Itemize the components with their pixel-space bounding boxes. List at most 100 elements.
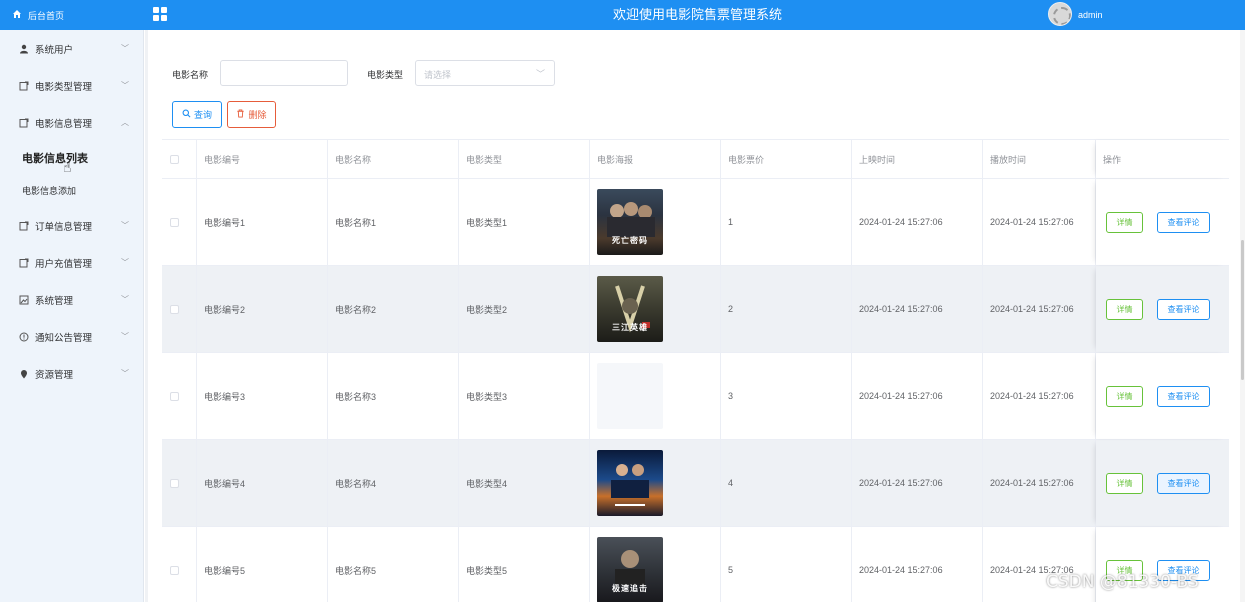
cell-play: 2024-01-24 15:27:06 xyxy=(983,179,1096,265)
cell-poster: 三江英雄 xyxy=(590,266,721,352)
row-checkbox[interactable] xyxy=(170,304,179,314)
query-button[interactable]: 查询 xyxy=(172,101,222,128)
cell-poster xyxy=(590,353,721,439)
cell-id: 电影编号5 xyxy=(197,527,328,602)
chevron-down-icon: ﹀ xyxy=(121,44,129,53)
cell-price: 2 xyxy=(721,266,852,352)
sidebar-item-notice[interactable]: 通知公告管理 ﹀ xyxy=(0,318,143,355)
cell-release: 2024-01-24 15:27:06 xyxy=(852,440,983,526)
row-select-cell xyxy=(162,353,197,439)
cell-name: 电影名称2 xyxy=(328,266,459,352)
cell-play: 2024-01-24 15:27:06 xyxy=(983,353,1096,439)
movie-name-input[interactable] xyxy=(220,60,348,86)
row-checkbox[interactable] xyxy=(170,478,179,488)
cell-name: 电影名称1 xyxy=(328,179,459,265)
movie-type-label: 电影类型 xyxy=(367,70,404,80)
cell-type: 电影类型1 xyxy=(459,179,590,265)
detail-button[interactable]: 详情 xyxy=(1106,385,1143,407)
select-all-checkbox[interactable] xyxy=(170,154,179,164)
row-checkbox[interactable] xyxy=(170,565,179,575)
chevron-down-icon: ﹀ xyxy=(121,295,129,304)
header-name: 电影名称 xyxy=(328,140,459,178)
cell-id: 电影编号2 xyxy=(197,266,328,352)
row-checkbox[interactable] xyxy=(170,217,179,227)
pointer-cursor-icon: ☝ xyxy=(63,159,72,175)
sidebar-item-orders[interactable]: 订单信息管理 ﹀ xyxy=(0,207,143,244)
movie-poster-image[interactable]: 极速追击 xyxy=(597,537,663,602)
view-reviews-button[interactable]: 查看评论 xyxy=(1157,211,1210,233)
view-reviews-button[interactable]: 查看评论 xyxy=(1157,298,1210,320)
table-header-row: 电影编号 电影名称 电影类型 电影海报 电影票价 上映时间 播放时间 操作 xyxy=(162,140,1229,179)
username[interactable]: admin xyxy=(1078,0,1103,30)
trash-icon xyxy=(236,109,245,120)
detail-button[interactable]: 详情 xyxy=(1106,472,1143,494)
chevron-down-icon: ﹀ xyxy=(535,69,545,79)
select-placeholder: 请选择 xyxy=(424,70,452,80)
detail-button[interactable]: 详情 xyxy=(1106,298,1143,320)
sidebar-item-label: 用户充值管理 xyxy=(35,258,93,270)
delete-button[interactable]: 删除 xyxy=(227,101,276,128)
header-id: 电影编号 xyxy=(197,140,328,178)
view-reviews-button[interactable]: 查看评论 xyxy=(1157,472,1210,494)
header-actions: 操作 xyxy=(1096,140,1229,178)
cell-name: 电影名称5 xyxy=(328,527,459,602)
cell-poster: 极速追击 xyxy=(590,527,721,602)
cell-name: 电影名称3 xyxy=(328,353,459,439)
cell-poster xyxy=(590,440,721,526)
header-play: 播放时间 xyxy=(983,140,1096,178)
header-type: 电影类型 xyxy=(459,140,590,178)
movie-poster-image[interactable]: 三江英雄 xyxy=(597,276,663,342)
cell-price: 3 xyxy=(721,353,852,439)
row-checkbox[interactable] xyxy=(170,391,179,401)
sidebar-item-system[interactable]: 系统管理 ﹀ xyxy=(0,281,143,318)
row-select-cell xyxy=(162,179,197,265)
sidebar-item-system-users[interactable]: 系统用户 ﹀ xyxy=(0,30,143,67)
header-price: 电影票价 xyxy=(721,140,852,178)
poster-caption: 极速追击 xyxy=(612,584,648,593)
cell-price: 5 xyxy=(721,527,852,602)
avatar[interactable] xyxy=(1048,2,1072,26)
sidebar-item-label: 订单信息管理 xyxy=(35,221,93,233)
cell-actions: 详情 查看评论 xyxy=(1096,440,1229,526)
movie-name-label: 电影名称 xyxy=(172,70,209,80)
cell-id: 电影编号1 xyxy=(197,179,328,265)
chevron-down-icon: ﹀ xyxy=(121,332,129,341)
top-header: 后台首页 欢迎使用电影院售票管理系统 admin xyxy=(0,0,1245,30)
cell-release: 2024-01-24 15:27:06 xyxy=(852,179,983,265)
view-reviews-button[interactable]: 查看评论 xyxy=(1157,385,1210,407)
sidebar-item-label: 系统用户 xyxy=(35,44,74,56)
select-all-cell xyxy=(162,140,197,178)
query-button-label: 查询 xyxy=(193,110,212,120)
sidebar-item-movie-type[interactable]: 电影类型管理 ﹀ xyxy=(0,67,143,104)
poster-caption: 死亡密码 xyxy=(612,236,648,245)
cell-price: 4 xyxy=(721,440,852,526)
cell-name: 电影名称4 xyxy=(328,440,459,526)
sidebar-subitem-movie-add[interactable]: 电影信息添加 xyxy=(0,174,143,207)
movie-poster-image[interactable] xyxy=(597,450,663,516)
table-row: 电影编号3 电影名称3 电影类型3 3 2024-01-24 15:27:06 … xyxy=(162,353,1229,440)
cell-release: 2024-01-24 15:27:06 xyxy=(852,266,983,352)
movie-poster-image[interactable]: 死亡密码 xyxy=(597,189,663,255)
picture-icon xyxy=(18,294,30,306)
chevron-down-icon: ﹀ xyxy=(121,221,129,230)
doc-edit-icon xyxy=(18,257,30,269)
page-scrollbar[interactable] xyxy=(1240,30,1245,602)
cell-price: 1 xyxy=(721,179,852,265)
cell-actions: 详情 查看评论 xyxy=(1096,179,1229,265)
info-icon xyxy=(18,331,30,343)
movie-poster-placeholder[interactable] xyxy=(597,363,663,429)
row-select-cell xyxy=(162,266,197,352)
doc-edit-icon xyxy=(18,117,30,129)
cell-actions: 详情 查看评论 xyxy=(1096,266,1229,352)
detail-button[interactable]: 详情 xyxy=(1106,211,1143,233)
sidebar-item-movie-info[interactable]: 电影信息管理 ︿ xyxy=(0,104,143,141)
location-icon xyxy=(18,368,30,380)
sidebar-item-recharge[interactable]: 用户充值管理 ﹀ xyxy=(0,244,143,281)
table-row: 电影编号1 电影名称1 电影类型1 死亡密码 1 2024-01-24 15:2… xyxy=(162,179,1229,266)
sidebar-item-resources[interactable]: 资源管理 ﹀ xyxy=(0,355,143,392)
sidebar-item-label: 系统管理 xyxy=(35,295,74,307)
cell-actions: 详情 查看评论 xyxy=(1096,353,1229,439)
chevron-up-icon: ︿ xyxy=(121,118,129,127)
movie-type-select[interactable]: 请选择 ﹀ xyxy=(415,60,555,86)
header-release: 上映时间 xyxy=(852,140,983,178)
